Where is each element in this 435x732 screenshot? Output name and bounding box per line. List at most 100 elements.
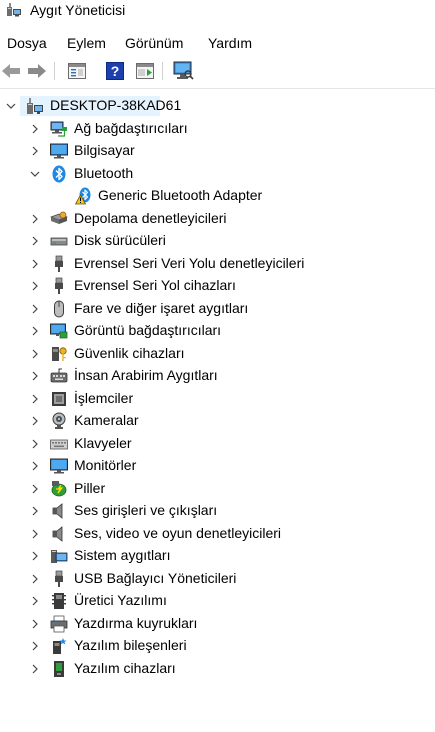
usb-plug-icon: [50, 570, 68, 588]
tree-category[interactable]: Yazılım cihazları: [0, 658, 435, 680]
mouse-icon: [50, 300, 68, 318]
chevron-down-icon[interactable]: [5, 98, 17, 114]
tree-category[interactable]: Üretici Yazılımı: [0, 590, 435, 612]
category-label: İnsan Arabirim Aygıtları: [74, 367, 218, 383]
chevron-right-icon[interactable]: [29, 323, 41, 339]
category-label: İşlemciler: [74, 389, 134, 406]
svg-text:?: ?: [111, 63, 120, 79]
chevron-right-icon[interactable]: [29, 526, 41, 542]
menu-help[interactable]: Yardım: [207, 35, 253, 51]
root-label: DESKTOP-38KAD61: [50, 97, 182, 113]
category-label: Üretici Yazılımı: [74, 592, 167, 608]
speaker-icon: [50, 525, 68, 543]
chevron-right-icon[interactable]: [29, 121, 41, 137]
tree-device[interactable]: Generic Bluetooth Adapter: [0, 185, 435, 207]
category-label: Bluetooth: [74, 164, 134, 181]
tree-category[interactable]: Disk sürücüleri: [0, 230, 435, 252]
scan-hardware-icon[interactable]: [172, 60, 194, 82]
hid-icon: [50, 367, 68, 385]
forward-arrow-icon[interactable]: [26, 60, 48, 82]
window-title: Aygıt Yöneticisi: [30, 2, 126, 18]
chevron-right-icon[interactable]: [29, 616, 41, 632]
category-label: Ses girişleri ve çıkışları: [74, 502, 218, 518]
category-label: Disk sürücüleri: [74, 232, 166, 248]
tree-category[interactable]: Monitörler: [0, 455, 435, 477]
printer-icon: [50, 615, 68, 633]
chevron-right-icon[interactable]: [29, 301, 41, 317]
device-label: Generic Bluetooth Adapter: [98, 187, 263, 203]
monitor-icon: [50, 142, 68, 160]
network-adapter-icon: [50, 120, 68, 138]
chevron-right-icon[interactable]: [29, 436, 41, 452]
tree-category[interactable]: Depolama denetleyicileri: [0, 208, 435, 230]
chevron-right-icon[interactable]: [29, 503, 41, 519]
menu-bar: Dosya Eylem Görünüm Yardım: [0, 32, 435, 54]
menu-file[interactable]: Dosya: [6, 35, 48, 51]
tree-category[interactable]: Ağ bağdaştırıcıları: [0, 118, 435, 140]
category-label: Yazılım bileşenleri: [74, 637, 187, 653]
back-arrow-icon[interactable]: [0, 60, 22, 82]
chevron-right-icon[interactable]: [29, 548, 41, 564]
tree-category[interactable]: Evrensel Seri Veri Yolu denetleyicileri: [0, 253, 435, 275]
tree-category[interactable]: Ses, video ve oyun denetleyicileri: [0, 523, 435, 545]
category-label: Klavyeler: [74, 434, 132, 451]
keyboard-icon: [50, 435, 68, 453]
tree-category[interactable]: Bilgisayar: [0, 140, 435, 162]
chevron-right-icon[interactable]: [29, 593, 41, 609]
toolbar: ?: [0, 58, 435, 86]
tree-category[interactable]: Yazılım bileşenleri: [0, 635, 435, 657]
tree-category[interactable]: Güvenlik cihazları: [0, 343, 435, 365]
chevron-right-icon[interactable]: [29, 571, 41, 587]
firmware-icon: [50, 592, 68, 610]
tree-category[interactable]: Evrensel Seri Yol cihazları: [0, 275, 435, 297]
toolbar-separator: [54, 62, 55, 80]
tree-category[interactable]: Sistem aygıtları: [0, 545, 435, 567]
chevron-right-icon[interactable]: [29, 278, 41, 294]
tree-category[interactable]: Piller: [0, 478, 435, 500]
category-label: Evrensel Seri Veri Yolu denetleyicileri: [74, 254, 305, 271]
chevron-right-icon[interactable]: [29, 413, 41, 429]
tree-category[interactable]: İşlemciler: [0, 388, 435, 410]
chevron-right-icon[interactable]: [29, 391, 41, 407]
menu-action[interactable]: Eylem: [66, 35, 107, 51]
tree-category[interactable]: Görüntü bağdaştırıcıları: [0, 320, 435, 342]
chevron-right-icon[interactable]: [29, 211, 41, 227]
chevron-right-icon[interactable]: [29, 233, 41, 249]
chevron-right-icon[interactable]: [29, 481, 41, 497]
computer-icon: [26, 97, 44, 115]
tree-category[interactable]: Klavyeler: [0, 433, 435, 455]
warning-bluetooth-icon: [74, 187, 93, 205]
menu-view[interactable]: Görünüm: [124, 35, 184, 51]
category-label: Ses, video ve oyun denetleyicileri: [74, 524, 282, 541]
chevron-right-icon[interactable]: [29, 256, 41, 272]
device-manager-icon: [6, 3, 22, 17]
help-icon[interactable]: ?: [104, 60, 126, 82]
chevron-right-icon[interactable]: [29, 661, 41, 677]
security-key-icon: [50, 345, 68, 363]
category-label: Depolama denetleyicileri: [74, 209, 227, 226]
chevron-down-icon[interactable]: [29, 166, 41, 182]
processor-icon: [50, 390, 68, 408]
tree-category[interactable]: Fare ve diğer işaret aygıtları: [0, 298, 435, 320]
category-label: USB Bağlayıcı Yöneticileri: [74, 569, 237, 586]
tree-category[interactable]: Kameralar: [0, 410, 435, 432]
display-adapter-icon: [50, 322, 68, 340]
chevron-right-icon[interactable]: [29, 346, 41, 362]
chevron-right-icon[interactable]: [29, 143, 41, 159]
usb-plug-icon: [50, 277, 68, 295]
properties-panel-icon[interactable]: [66, 60, 88, 82]
category-label: Piller: [74, 479, 106, 496]
software-device-icon: [50, 660, 68, 678]
tree-category[interactable]: USB Bağlayıcı Yöneticileri: [0, 568, 435, 590]
tree-category[interactable]: Yazdırma kuyrukları: [0, 613, 435, 635]
category-label: Yazdırma kuyrukları: [74, 614, 198, 631]
chevron-right-icon[interactable]: [29, 638, 41, 654]
chevron-right-icon[interactable]: [29, 458, 41, 474]
chevron-right-icon[interactable]: [29, 368, 41, 384]
tree-category[interactable]: Ses girişleri ve çıkışları: [0, 500, 435, 522]
action-pane-icon[interactable]: [134, 60, 156, 82]
tree-category[interactable]: İnsan Arabirim Aygıtları: [0, 365, 435, 387]
category-label: Ağ bağdaştırıcıları: [74, 119, 188, 136]
tree-category[interactable]: Bluetooth: [0, 163, 435, 185]
tree-root[interactable]: DESKTOP-38KAD61: [0, 95, 435, 117]
